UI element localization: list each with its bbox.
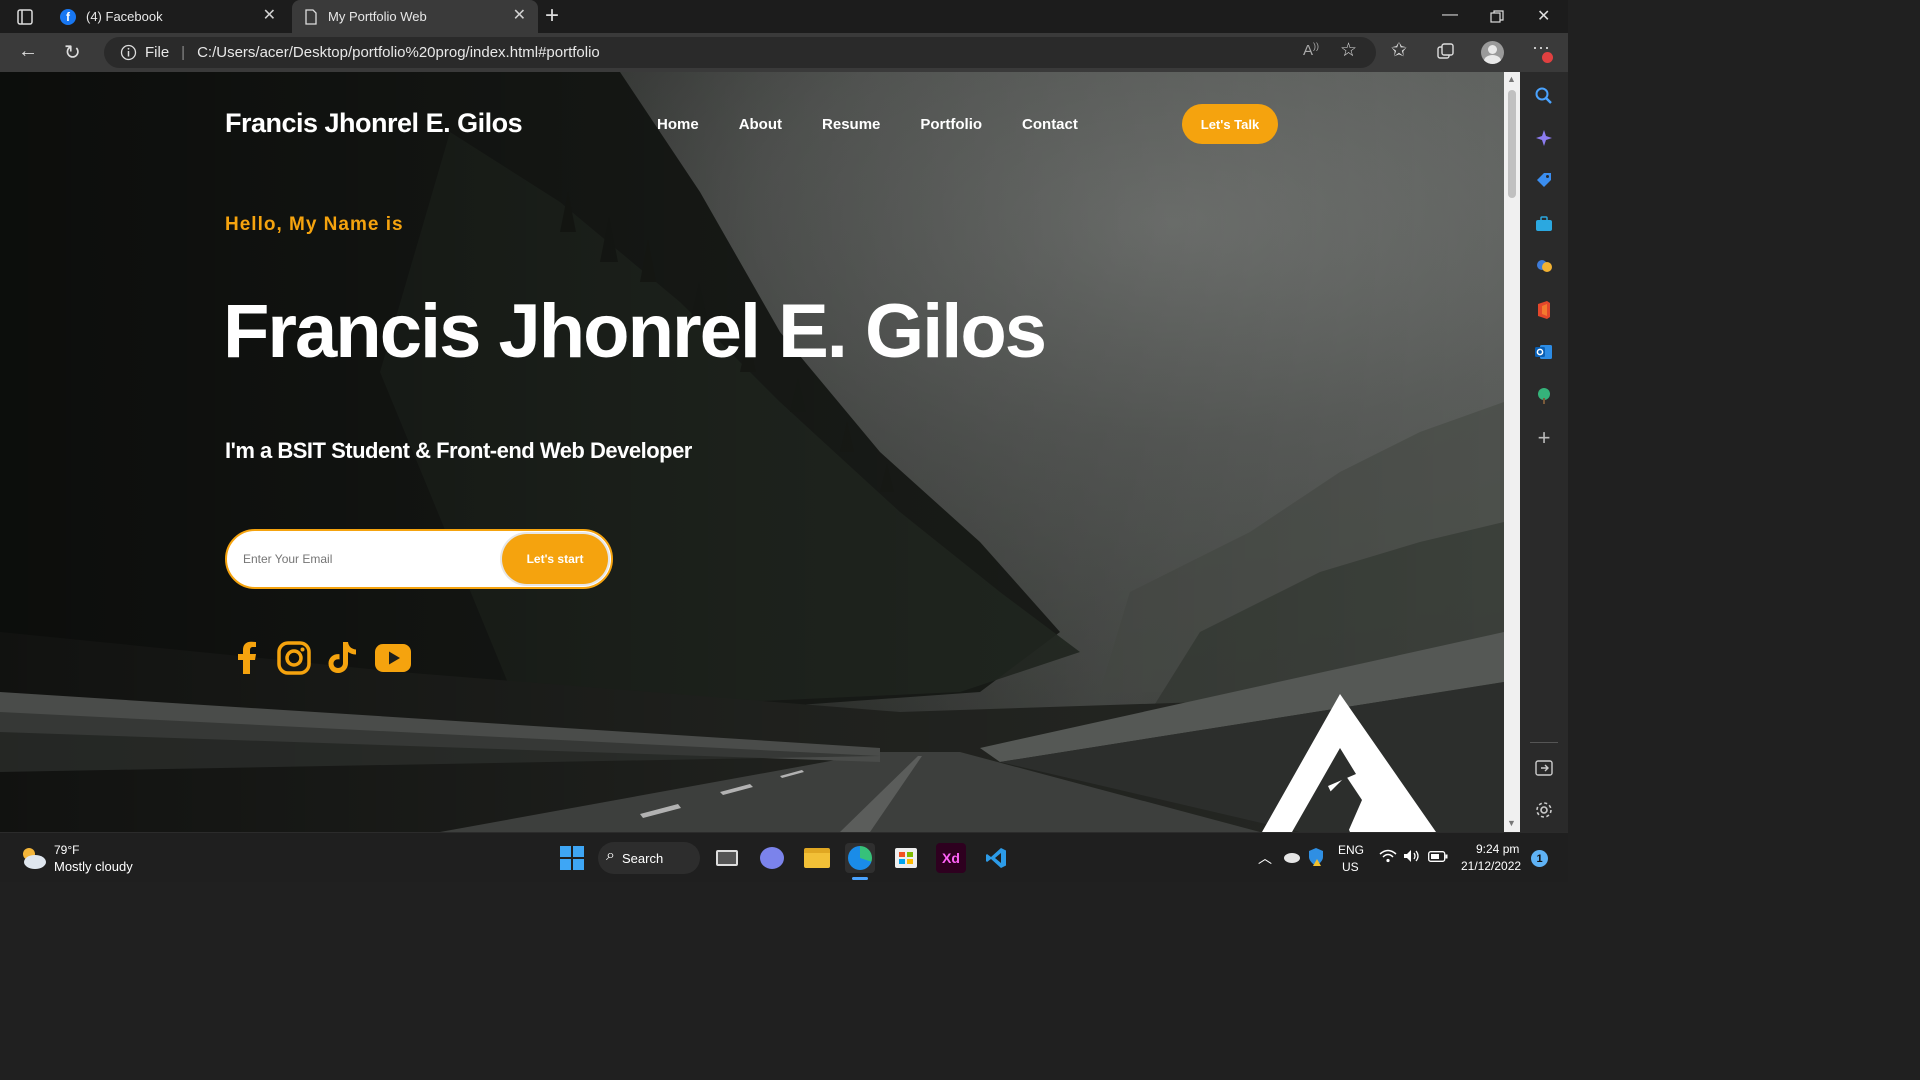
email-signup-form: Let's start: [225, 529, 613, 589]
site-logo-mark: [1262, 694, 1436, 832]
page-scrollbar[interactable]: ▲ ▼: [1504, 72, 1520, 832]
discover-icon[interactable]: [1534, 128, 1554, 148]
security-shield-icon[interactable]: [1307, 847, 1325, 867]
restore-icon[interactable]: [1490, 10, 1504, 24]
adobe-xd-icon[interactable]: Xd: [936, 843, 966, 873]
weather-description[interactable]: Mostly cloudy: [54, 859, 133, 874]
office-icon[interactable]: [1534, 300, 1554, 320]
file-explorer-icon[interactable]: [802, 843, 832, 873]
outlook-icon[interactable]: [1534, 342, 1554, 362]
search-icon: ⌕: [606, 847, 615, 864]
facebook-favicon-icon: f: [60, 8, 76, 25]
tab-actions-icon[interactable]: [16, 8, 34, 26]
active-app-indicator: [852, 877, 868, 880]
hero-greeting: Hello, My Name is: [225, 214, 404, 235]
search-label: Search: [622, 850, 664, 866]
xd-label: Xd: [942, 850, 960, 866]
close-tab-icon[interactable]: ✕: [513, 8, 526, 24]
lets-talk-button[interactable]: Let's Talk: [1182, 104, 1278, 144]
profile-avatar[interactable]: [1481, 41, 1504, 64]
hero-name: Francis Jhonrel E. Gilos: [223, 289, 1047, 374]
show-hidden-icons-icon[interactable]: ︿: [1258, 848, 1272, 868]
start-windows-icon[interactable]: [560, 846, 584, 870]
nav-home[interactable]: Home: [657, 116, 699, 133]
volume-icon[interactable]: [1403, 849, 1421, 863]
close-tab-icon[interactable]: ✕: [263, 8, 276, 24]
language-region[interactable]: US: [1342, 860, 1359, 874]
weather-temperature[interactable]: 79°F: [54, 843, 79, 857]
scrollbar-thumb[interactable]: [1508, 90, 1516, 198]
collections-icon[interactable]: [1437, 43, 1455, 61]
add-favorite-icon[interactable]: ☆: [1340, 39, 1357, 62]
notification-badge[interactable]: 1: [1531, 850, 1548, 867]
tab-portfolio[interactable]: My Portfolio Web ✕: [292, 0, 538, 33]
task-view-icon[interactable]: [712, 843, 742, 873]
facebook-icon[interactable]: [233, 640, 261, 676]
settings-gear-icon[interactable]: [1534, 800, 1554, 820]
teams-chat-icon[interactable]: [757, 843, 787, 873]
notification-count: 1: [1536, 852, 1543, 865]
clock-date[interactable]: 21/12/2022: [1461, 859, 1521, 873]
page-favicon-icon: [305, 8, 317, 25]
favorites-icon[interactable]: ✩: [1391, 39, 1407, 62]
address-toolbar: ← ↻ File | C:/Users/acer/Desktop/portfol…: [0, 33, 1568, 72]
close-window-icon[interactable]: ✕: [1537, 6, 1550, 26]
clock-time[interactable]: 9:24 pm: [1476, 842, 1519, 856]
shopping-tag-icon[interactable]: [1534, 170, 1554, 190]
nav-resume[interactable]: Resume: [822, 116, 880, 133]
hero-tagline: I'm a BSIT Student & Front-end Web Devel…: [225, 438, 692, 463]
tree-icon[interactable]: [1534, 386, 1554, 406]
social-links: [233, 640, 411, 676]
back-icon[interactable]: ←: [18, 40, 38, 63]
scroll-down-icon[interactable]: ▼: [1507, 818, 1516, 828]
minimize-icon[interactable]: —: [1442, 6, 1458, 24]
edge-browser-icon[interactable]: [845, 843, 875, 873]
tab-title: My Portfolio Web: [328, 9, 427, 24]
hide-sidebar-icon[interactable]: [1534, 758, 1554, 778]
add-sidebar-app-icon[interactable]: +: [1534, 427, 1554, 449]
address-bar[interactable]: File | C:/Users/acer/Desktop/portfolio%2…: [104, 37, 1376, 68]
onedrive-icon[interactable]: [1281, 851, 1301, 863]
language-code[interactable]: ENG: [1338, 843, 1364, 857]
sidebar-divider: [1530, 742, 1558, 743]
scroll-up-icon[interactable]: ▲: [1507, 74, 1516, 84]
battery-icon[interactable]: [1428, 851, 1448, 862]
site-nav: Home About Resume Portfolio Contact: [657, 116, 1078, 133]
nav-contact[interactable]: Contact: [1022, 116, 1078, 133]
tab-strip: f (4) Facebook ✕ My Portfolio Web ✕ + — …: [0, 0, 1568, 33]
new-tab-button[interactable]: +: [545, 2, 559, 30]
read-aloud-icon[interactable]: A)): [1303, 41, 1319, 59]
tools-briefcase-icon[interactable]: [1534, 214, 1554, 234]
site-brand[interactable]: Francis Jhonrel E. Gilos: [225, 108, 523, 139]
youtube-icon[interactable]: [375, 644, 411, 672]
store-icon[interactable]: [891, 843, 921, 873]
games-icon[interactable]: [1534, 256, 1554, 276]
browser-sidebar: +: [1520, 72, 1568, 832]
nav-portfolio[interactable]: Portfolio: [920, 116, 982, 133]
info-icon[interactable]: [120, 44, 137, 61]
url-text[interactable]: C:/Users/acer/Desktop/portfolio%20prog/i…: [197, 44, 600, 61]
nav-about[interactable]: About: [739, 116, 782, 133]
instagram-icon[interactable]: [277, 641, 311, 675]
tab-facebook[interactable]: f (4) Facebook ✕: [48, 0, 288, 33]
vscode-icon[interactable]: [981, 843, 1011, 873]
refresh-icon[interactable]: ↻: [64, 40, 81, 65]
update-badge: [1542, 52, 1553, 63]
lets-start-button[interactable]: Let's start: [502, 534, 608, 584]
tab-title: (4) Facebook: [86, 9, 163, 24]
tiktok-icon[interactable]: [327, 640, 359, 676]
windows-taskbar: 79°F Mostly cloudy ⌕ Search Xd ︿ ENG US …: [0, 832, 1568, 882]
scheme-label: File: [145, 44, 170, 61]
weather-cloud-icon[interactable]: [18, 845, 48, 871]
url-divider: |: [181, 44, 186, 61]
wifi-icon[interactable]: [1379, 849, 1397, 863]
taskbar-search[interactable]: ⌕ Search: [598, 842, 700, 874]
search-icon[interactable]: [1534, 86, 1554, 106]
email-input[interactable]: [243, 547, 493, 571]
page-viewport: Francis Jhonrel E. Gilos Home About Resu…: [0, 72, 1504, 832]
